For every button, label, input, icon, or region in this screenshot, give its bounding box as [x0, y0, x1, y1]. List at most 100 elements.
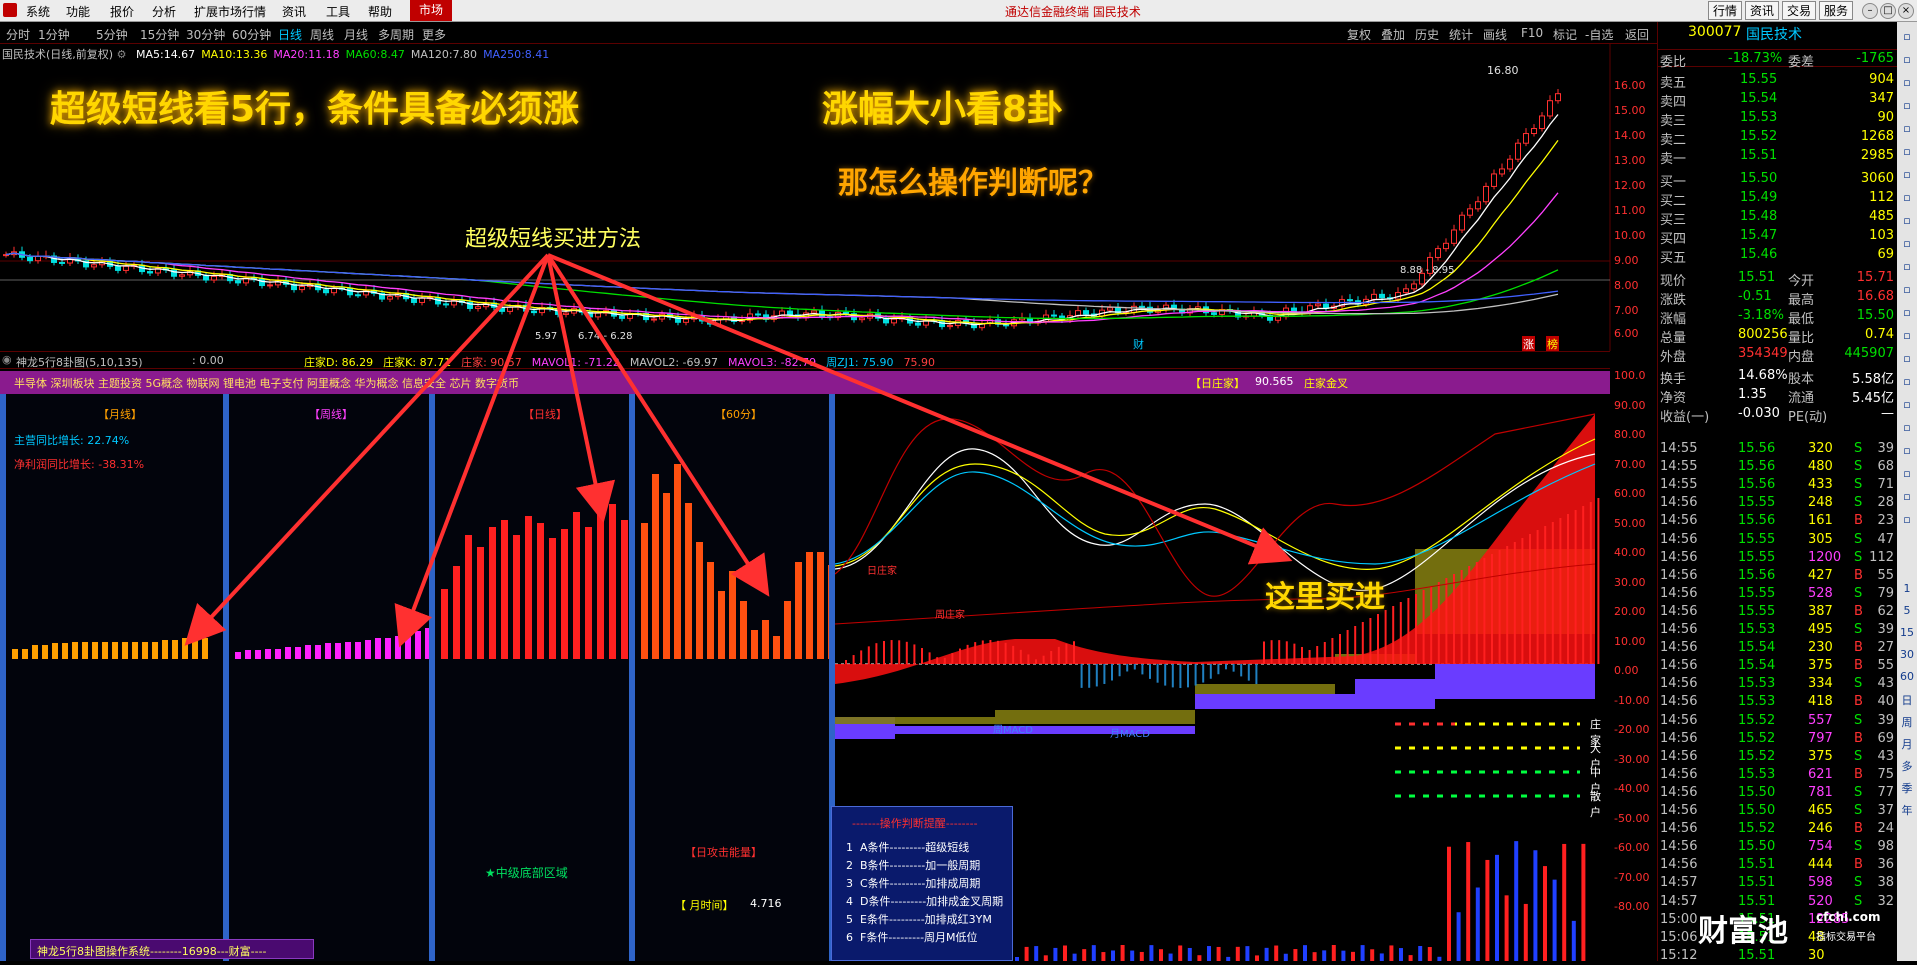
- collapse-icon[interactable]: ◉: [2, 353, 12, 366]
- side-tool-icon[interactable]: ▫: [1897, 467, 1917, 480]
- side-tool-icon[interactable]: ▫: [1897, 122, 1917, 135]
- menu-item-system[interactable]: 系统: [26, 3, 50, 20]
- side-tool-icon[interactable]: ▫: [1897, 30, 1917, 43]
- order-book-row[interactable]: 买三 15.48 485: [1658, 208, 1898, 228]
- period-tab-weekly[interactable]: 周线: [310, 26, 334, 43]
- side-tool-icon[interactable]: ▫: [1897, 306, 1917, 319]
- side-period-button[interactable]: 5: [1897, 604, 1917, 617]
- side-period-button[interactable]: 年: [1897, 802, 1917, 818]
- top-button-quotes[interactable]: 行情: [1708, 1, 1743, 20]
- minimize-icon[interactable]: –: [1862, 3, 1878, 19]
- period-tab-timeshare[interactable]: 分时: [6, 26, 30, 43]
- side-tool-icon[interactable]: ▫: [1897, 191, 1917, 204]
- menu-item-extended-market[interactable]: 扩展市场行情: [194, 3, 266, 20]
- side-period-button[interactable]: 日: [1897, 692, 1917, 708]
- period-tab-more[interactable]: 更多: [422, 26, 446, 43]
- top-button-service[interactable]: 服务: [1819, 1, 1854, 20]
- side-tool-icon[interactable]: ▫: [1897, 168, 1917, 181]
- side-tool-icon[interactable]: ▫: [1897, 329, 1917, 342]
- histogram-bar: [305, 645, 311, 659]
- side-tool-icon[interactable]: ▫: [1897, 444, 1917, 457]
- histogram-bar: [52, 643, 58, 659]
- side-tool-icon[interactable]: ▫: [1897, 490, 1917, 503]
- histogram-bar: [375, 638, 381, 659]
- period-tab-5min[interactable]: 5分钟: [96, 26, 128, 43]
- limit-up-marker[interactable]: 涨: [1522, 336, 1535, 352]
- histogram-bar: [609, 504, 616, 659]
- toolbar-fuquan[interactable]: 复权: [1347, 26, 1371, 43]
- toolbar-mark[interactable]: 标记: [1553, 26, 1577, 43]
- menu-item-tools[interactable]: 工具: [326, 3, 350, 20]
- side-tool-icon[interactable]: ▫: [1897, 352, 1917, 365]
- side-period-button[interactable]: 季: [1897, 780, 1917, 796]
- quote-stat-row: 涨跌 -0.51 最高 16.68: [1660, 289, 1894, 308]
- side-tool-icon[interactable]: ▫: [1897, 214, 1917, 227]
- menu-item-function[interactable]: 功能: [66, 3, 90, 20]
- toolbar-draw[interactable]: 画线: [1483, 26, 1507, 43]
- indicator-legend-item: MAVOL3: -82.79: [727, 356, 817, 369]
- histogram-bar: [285, 646, 291, 659]
- side-period-button[interactable]: 15: [1897, 626, 1917, 639]
- order-book-row[interactable]: 卖三 15.53 90: [1658, 109, 1898, 129]
- period-tab-15min[interactable]: 15分钟: [140, 26, 179, 43]
- order-book-row[interactable]: 买一 15.50 3060: [1658, 170, 1898, 190]
- order-book-row[interactable]: 卖四 15.54 347: [1658, 90, 1898, 110]
- stock-header[interactable]: 300077 国民技术: [1658, 22, 1898, 43]
- order-book-row[interactable]: 买二 15.49 112: [1658, 189, 1898, 209]
- toolbar-history[interactable]: 历史: [1415, 26, 1439, 43]
- side-period-button[interactable]: 1: [1897, 582, 1917, 595]
- menu-item-help[interactable]: 帮助: [368, 3, 392, 20]
- top-button-info[interactable]: 资讯: [1745, 1, 1780, 20]
- indicator-legend-item: MAVOL2: -69.97: [629, 356, 718, 369]
- period-tab-monthly[interactable]: 月线: [344, 26, 368, 43]
- order-book-row[interactable]: 卖五 15.55 904: [1658, 71, 1898, 91]
- side-tool-icon[interactable]: ▫: [1897, 260, 1917, 273]
- toolbar-back[interactable]: 返回: [1625, 26, 1649, 43]
- maximize-icon[interactable]: □: [1880, 3, 1896, 19]
- side-period-button[interactable]: 60: [1897, 670, 1917, 683]
- side-tool-icon[interactable]: ▫: [1897, 145, 1917, 158]
- indicator-name[interactable]: 神龙5行8卦图(5,10,135): [16, 354, 143, 370]
- side-tool-icon[interactable]: ▫: [1897, 421, 1917, 434]
- side-period-button[interactable]: 30: [1897, 648, 1917, 661]
- low-price-label: 5.97: [535, 331, 558, 342]
- side-tool-icon[interactable]: ▫: [1897, 53, 1917, 66]
- finance-marker[interactable]: 财: [1133, 336, 1144, 352]
- order-book-row[interactable]: 买四 15.47 103: [1658, 227, 1898, 247]
- tick-row: 14:56 15.50 754 S 98: [1660, 839, 1894, 855]
- close-icon[interactable]: ×: [1898, 3, 1914, 19]
- side-period-button[interactable]: 月: [1897, 736, 1917, 752]
- order-book-row[interactable]: 买五 15.46 69: [1658, 246, 1898, 266]
- side-tool-icon[interactable]: ▫: [1897, 513, 1917, 526]
- period-tab-60min[interactable]: 60分钟: [232, 26, 271, 43]
- quote-panel: 300077 国民技术 委比 -18.73% 委差 -1765 卖五 15.55 9…: [1657, 22, 1898, 963]
- toolbar-overlay[interactable]: 叠加: [1381, 26, 1405, 43]
- histogram-bar: [72, 641, 78, 659]
- market-button[interactable]: 市场: [410, 0, 452, 21]
- period-tab-30min[interactable]: 30分钟: [186, 26, 225, 43]
- side-tool-icon[interactable]: ▫: [1897, 99, 1917, 112]
- histogram-bar: [441, 589, 448, 659]
- period-tab-daily[interactable]: 日线: [278, 26, 302, 43]
- top-button-trade[interactable]: 交易: [1782, 1, 1817, 20]
- side-period-button[interactable]: 多: [1897, 758, 1917, 774]
- toolbar-f10[interactable]: F10: [1521, 26, 1543, 40]
- order-book-row[interactable]: 卖二 15.52 1268: [1658, 128, 1898, 148]
- scale-tick: -80.00: [1614, 900, 1650, 913]
- side-tool-icon[interactable]: ▫: [1897, 375, 1917, 388]
- side-period-button[interactable]: 周: [1897, 714, 1917, 730]
- histogram-bar: [132, 641, 138, 659]
- toolbar-watchlist[interactable]: -自选: [1585, 26, 1613, 43]
- side-tool-icon[interactable]: ▫: [1897, 398, 1917, 411]
- period-tab-multi[interactable]: 多周期: [378, 26, 414, 43]
- side-tool-icon[interactable]: ▫: [1897, 76, 1917, 89]
- toolbar-stats[interactable]: 统计: [1449, 26, 1473, 43]
- period-tab-1min[interactable]: 1分钟: [38, 26, 70, 43]
- dragon-tiger-list-marker[interactable]: 榜: [1546, 336, 1559, 352]
- menu-item-quote[interactable]: 报价: [110, 3, 134, 20]
- order-book-row[interactable]: 卖一 15.51 2985: [1658, 147, 1898, 167]
- side-tool-icon[interactable]: ▫: [1897, 237, 1917, 250]
- menu-item-news[interactable]: 资讯: [282, 3, 306, 20]
- menu-item-analysis[interactable]: 分析: [152, 3, 176, 20]
- side-tool-icon[interactable]: ▫: [1897, 283, 1917, 296]
